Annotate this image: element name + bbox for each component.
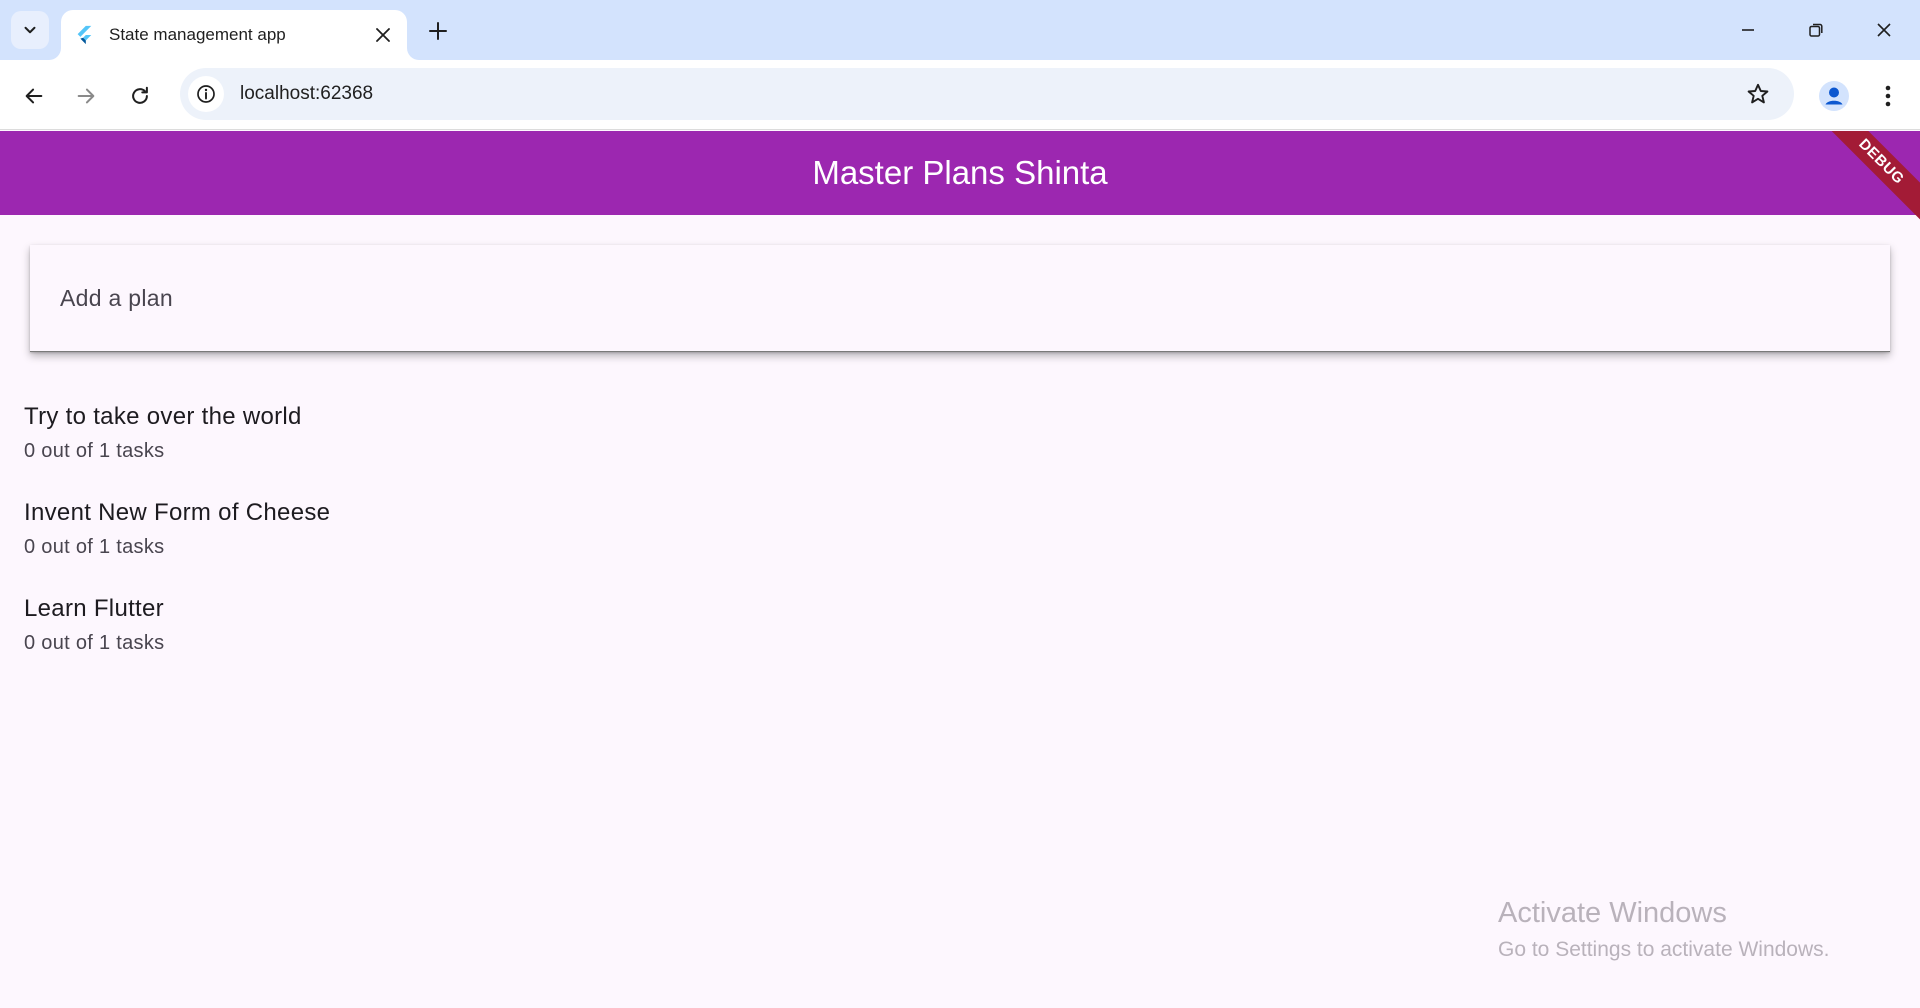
app-title: Master Plans Shinta: [812, 154, 1108, 191]
restore-button[interactable]: [1788, 10, 1844, 50]
address-bar[interactable]: localhost:62368: [180, 68, 1794, 120]
person-icon: [1819, 81, 1849, 111]
close-window-button[interactable]: [1856, 10, 1912, 50]
chevron-down-icon: [24, 26, 36, 34]
plan-list-item[interactable]: Try to take over the world 0 out of 1 ta…: [0, 391, 1920, 487]
tab-search-button[interactable]: [11, 11, 49, 49]
plan-progress: 0 out of 1 tasks: [24, 536, 165, 558]
app-bar: Master Plans Shinta: [0, 131, 1920, 215]
profile-button[interactable]: [1814, 76, 1854, 116]
browser-toolbar: localhost:62368: [0, 60, 1920, 130]
plan-progress: 0 out of 1 tasks: [24, 440, 165, 462]
more-vert-icon: [1885, 85, 1891, 107]
new-tab-button[interactable]: [422, 15, 454, 47]
arrow-right-icon: [77, 88, 95, 104]
plan-list-item[interactable]: Learn Flutter 0 out of 1 tasks: [0, 583, 1920, 679]
plus-icon: [429, 22, 447, 40]
plan-list-item[interactable]: Invent New Form of Cheese 0 out of 1 tas…: [0, 487, 1920, 583]
plan-list: Try to take over the world 0 out of 1 ta…: [0, 391, 1920, 679]
tab-strip: State management app: [0, 0, 1920, 60]
browser-tab[interactable]: State management app: [61, 10, 407, 60]
add-plan-card: [30, 245, 1890, 352]
arrow-left-icon: [25, 88, 43, 104]
minimize-button[interactable]: [1720, 10, 1776, 50]
minimize-icon: [1742, 29, 1754, 31]
watermark-subtitle: Go to Settings to activate Windows.: [1498, 938, 1830, 961]
activate-windows-watermark: Activate Windows Go to Settings to activ…: [1498, 897, 1830, 962]
forward-button[interactable]: [66, 76, 106, 116]
bookmark-button[interactable]: [1738, 74, 1778, 114]
browser-menu-button[interactable]: [1868, 76, 1908, 116]
plan-progress: 0 out of 1 tasks: [24, 632, 165, 654]
back-button[interactable]: [14, 76, 54, 116]
close-icon: [376, 28, 390, 42]
reload-icon: [132, 86, 148, 104]
tab-title: State management app: [109, 25, 286, 44]
plan-name: Invent New Form of Cheese: [24, 499, 331, 526]
url-text[interactable]: localhost:62368: [240, 83, 1738, 105]
star-icon: [1747, 83, 1769, 104]
plan-name: Try to take over the world: [24, 403, 302, 430]
site-info-button[interactable]: [188, 76, 224, 112]
close-icon: [1877, 23, 1891, 37]
restore-icon: [1809, 23, 1823, 37]
watermark-title: Activate Windows: [1498, 897, 1727, 929]
app-viewport: Master Plans Shinta DEBUG Try to take ov…: [0, 131, 1920, 1008]
tab-close-button[interactable]: [369, 21, 397, 49]
info-icon: [197, 85, 215, 103]
plan-name: Learn Flutter: [24, 595, 164, 622]
reload-button[interactable]: [120, 76, 160, 116]
add-plan-input[interactable]: [60, 245, 1860, 351]
flutter-icon: [77, 25, 92, 45]
